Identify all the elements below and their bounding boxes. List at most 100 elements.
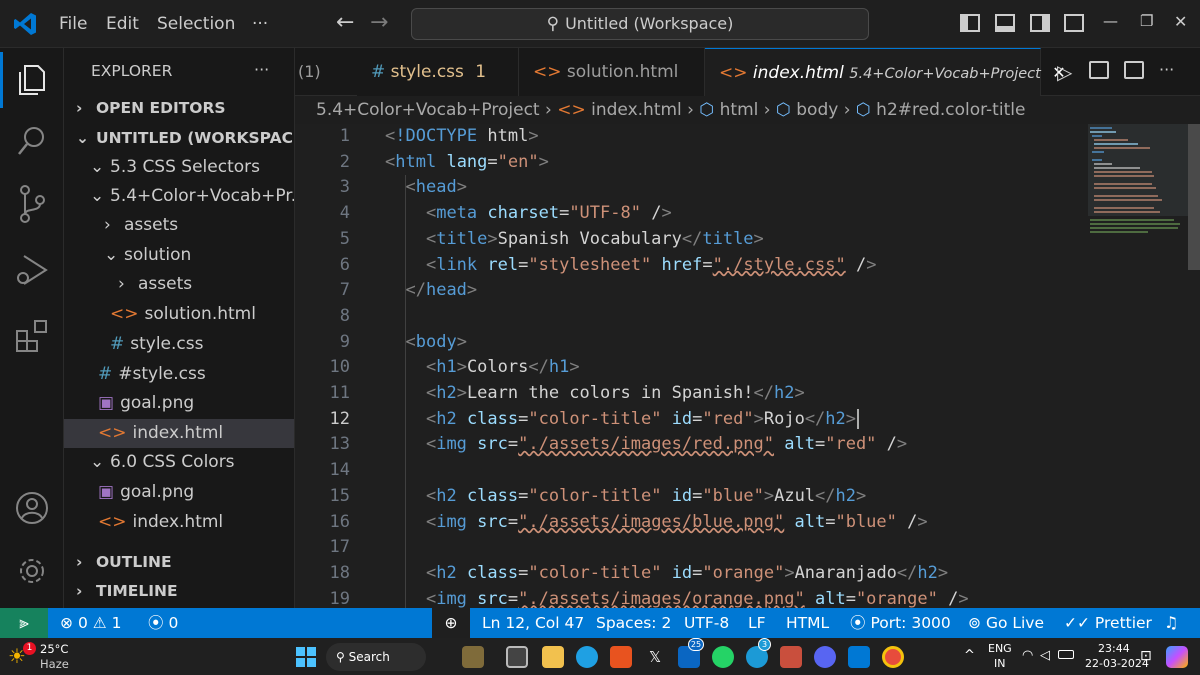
code-line[interactable]: <h2 class="color-title" id="red">Rojo</h… bbox=[385, 407, 860, 433]
minimize-icon[interactable]: — bbox=[1103, 12, 1118, 30]
code-line[interactable]: <!DOCTYPE html> bbox=[385, 124, 539, 150]
code-line[interactable]: </head> bbox=[385, 278, 477, 304]
tab-overflow-count[interactable]: (1) bbox=[298, 62, 321, 81]
scrollbar-thumb[interactable] bbox=[1188, 124, 1200, 270]
toggle-sidebar-icon[interactable] bbox=[960, 14, 980, 32]
tab-index-html[interactable]: <> index.html 5.4+Color+Vocab+Project ✕ bbox=[705, 48, 1066, 96]
breadcrumb-h2[interactable]: h2#red.color-title bbox=[876, 100, 1025, 120]
sidebar-section[interactable]: ⌄ UNTITLED (WORKSPACE) bbox=[64, 124, 294, 153]
code-line[interactable]: <img src="./assets/images/orange.png" al… bbox=[385, 587, 969, 608]
code-line[interactable]: <h2 class="color-title" id="blue">Azul</… bbox=[385, 484, 866, 510]
folder-item[interactable]: › assets bbox=[64, 211, 294, 240]
accounts-icon[interactable] bbox=[14, 490, 50, 526]
code-line[interactable]: <link rel="stylesheet" href="./style.css… bbox=[385, 253, 877, 279]
file-explorer-icon[interactable] bbox=[542, 646, 564, 668]
folder-item[interactable]: › assets bbox=[64, 270, 294, 299]
minimap[interactable] bbox=[1088, 124, 1188, 608]
folder-item[interactable]: ⌄ 6.0 CSS Colors bbox=[64, 448, 294, 477]
file-item[interactable]: <> solution.html bbox=[64, 300, 294, 329]
file-item[interactable]: # #style.css bbox=[64, 360, 294, 389]
taskbar-search[interactable]: ⚲ Search bbox=[326, 643, 426, 671]
cursor-position[interactable]: Ln 12, Col 47 bbox=[482, 608, 584, 638]
clock-time[interactable]: 23:44 bbox=[1098, 642, 1130, 655]
folder-item[interactable]: ⌄ 5.3 CSS Selectors bbox=[64, 153, 294, 182]
breadcrumb-file[interactable]: index.html bbox=[591, 100, 682, 120]
language-mode[interactable]: HTML bbox=[786, 608, 829, 638]
editor-scrollbar[interactable] bbox=[1188, 124, 1200, 608]
linkedin-app-icon[interactable]: 25 bbox=[678, 638, 704, 668]
close-window-icon[interactable]: ✕ bbox=[1174, 12, 1187, 31]
breadcrumb-folder[interactable]: 5.4+Color+Vocab+Project bbox=[316, 100, 540, 120]
sidebar-section[interactable]: › TIMELINE bbox=[64, 577, 294, 606]
back-arrow-icon[interactable]: ← bbox=[336, 10, 354, 35]
sublime-app-icon[interactable] bbox=[610, 646, 632, 668]
telegram-app-icon[interactable]: 3 bbox=[746, 638, 771, 668]
restore-icon[interactable]: ❐ bbox=[1140, 12, 1153, 30]
breadcrumb-html[interactable]: html bbox=[720, 100, 759, 120]
code-line[interactable]: <img src="./assets/images/red.png" alt="… bbox=[385, 432, 907, 458]
gear-icon[interactable] bbox=[14, 553, 50, 589]
file-item[interactable]: <> index.html bbox=[64, 508, 294, 537]
terminal-app-icon[interactable] bbox=[506, 646, 528, 668]
search-icon[interactable] bbox=[16, 124, 48, 158]
menu-file[interactable]: File bbox=[59, 14, 87, 34]
input-language[interactable]: ENG bbox=[988, 642, 1012, 655]
code-line[interactable]: <meta charset="UTF-8" /> bbox=[385, 201, 672, 227]
source-control-icon[interactable] bbox=[16, 184, 48, 224]
code-line[interactable]: <h2 class="color-title" id="orange">Anar… bbox=[385, 561, 948, 587]
focus-icon[interactable]: ⊡ bbox=[1140, 648, 1152, 664]
menu-edit[interactable]: Edit bbox=[106, 14, 139, 34]
command-center-search[interactable]: ⚲ Untitled (Workspace) bbox=[411, 8, 869, 40]
customize-layout-icon[interactable] bbox=[1064, 14, 1084, 32]
notifications-bell-icon[interactable]: ♫ bbox=[1164, 608, 1178, 638]
copilot-icon[interactable] bbox=[1166, 646, 1188, 668]
zoom-icon[interactable]: ⊕ bbox=[432, 608, 470, 638]
split-editor-icon[interactable] bbox=[1124, 61, 1144, 79]
weather-widget[interactable]: ☀ 1 bbox=[8, 642, 36, 668]
tab-style-css[interactable]: # style.css 1 bbox=[357, 48, 519, 96]
battery-icon[interactable] bbox=[1058, 650, 1074, 659]
remote-indicator-icon[interactable]: ⫸ bbox=[0, 608, 48, 638]
explorer-icon[interactable] bbox=[16, 62, 48, 96]
editor-more-button[interactable]: ··· bbox=[1159, 60, 1174, 79]
file-item[interactable]: ▣ goal.png bbox=[64, 389, 294, 418]
prettier-button[interactable]: ✓✓ Prettier bbox=[1064, 608, 1152, 638]
code-line[interactable]: <img src="./assets/images/blue.png" alt=… bbox=[385, 510, 928, 536]
file-item[interactable]: <> index.html bbox=[64, 419, 294, 448]
code-line[interactable]: <html lang="en"> bbox=[385, 150, 549, 176]
toggle-secondary-sidebar-icon[interactable] bbox=[1030, 14, 1050, 32]
go-live-button[interactable]: ⊚ Go Live bbox=[968, 608, 1044, 638]
task-view-app-icon[interactable] bbox=[462, 646, 484, 668]
show-hidden-icons-icon[interactable]: ^ bbox=[964, 648, 975, 663]
open-preview-icon[interactable] bbox=[1089, 61, 1109, 79]
tab-solution-html[interactable]: <> solution.html bbox=[519, 48, 705, 96]
code-line[interactable]: <head> bbox=[385, 175, 466, 201]
windows-start-icon[interactable] bbox=[296, 647, 316, 667]
menu-selection[interactable]: Selection bbox=[157, 14, 235, 34]
run-icon[interactable]: ▷ bbox=[1057, 60, 1072, 84]
code-line[interactable]: <h1>Colors</h1> bbox=[385, 355, 580, 381]
encoding[interactable]: UTF-8 bbox=[684, 608, 729, 638]
wifi-icon[interactable]: ◠ bbox=[1022, 648, 1033, 663]
volume-icon[interactable]: ◁ bbox=[1040, 648, 1050, 663]
code-line[interactable]: <h2>Learn the colors in Spanish!</h2> bbox=[385, 381, 805, 407]
x-app-icon[interactable]: 𝕏 bbox=[644, 646, 666, 668]
folder-item[interactable]: ⌄ 5.4+Color+Vocab+Pr... bbox=[64, 182, 294, 211]
sidebar-section[interactable]: › OUTLINE bbox=[64, 548, 294, 577]
whatsapp-app-icon[interactable] bbox=[712, 646, 734, 668]
end-of-line[interactable]: LF bbox=[748, 608, 766, 638]
board-app-icon[interactable] bbox=[780, 646, 802, 668]
forward-arrow-icon[interactable]: → bbox=[370, 10, 388, 35]
extensions-icon[interactable] bbox=[14, 318, 50, 354]
breadcrumb-body[interactable]: body bbox=[796, 100, 838, 120]
edge-browser-icon[interactable] bbox=[576, 646, 598, 668]
chrome-app-icon[interactable] bbox=[882, 646, 904, 668]
discord-app-icon[interactable] bbox=[814, 646, 836, 668]
problems-indicator[interactable]: ⊗ 0 ⚠ 1 bbox=[60, 608, 121, 638]
code-line[interactable]: <title>Spanish Vocabulary</title> bbox=[385, 227, 764, 253]
indentation[interactable]: Spaces: 2 bbox=[596, 608, 671, 638]
code-line[interactable]: <body> bbox=[385, 330, 466, 356]
file-item[interactable]: ▣ goal.png bbox=[64, 478, 294, 507]
ports-indicator[interactable]: ⦿ 0 bbox=[148, 608, 178, 638]
folder-item[interactable]: ⌄ solution bbox=[64, 241, 294, 270]
